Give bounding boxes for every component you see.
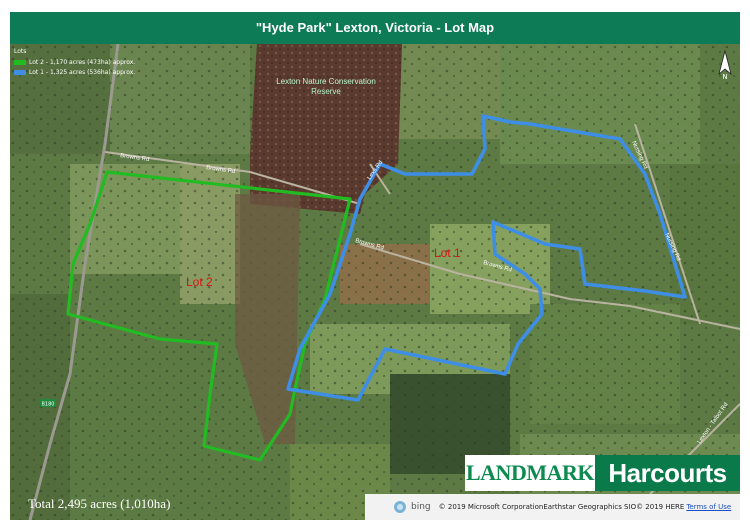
reserve-label-line2: Reserve [311,87,341,96]
harcourts-logo: Harcourts [595,455,740,491]
map-attribution: bing © 2019 Microsoft CorporationEarthst… [365,494,740,520]
north-label: N [722,73,727,80]
bing-wordmark: bing [411,502,431,512]
agency-logos: LANDMARK Harcourts [465,455,740,491]
lot2-label: Lot 2 [186,275,213,289]
legend-item-lot2: Lot 2 - 1,170 acres (473ha) approx. [14,57,135,67]
lot1-label: Lot 1 [434,246,461,260]
legend-swatch-lot2 [14,59,26,65]
reserve-label-line1: Lexton Nature Conservation [276,77,376,86]
landmark-logo: LANDMARK [465,455,595,491]
legend-item-lot1: Lot 1 - 1,325 acres (536ha) approx. [14,67,135,77]
copyright-text: © 2019 Microsoft CorporationEarthstar Ge… [438,503,685,511]
bing-logo-icon [394,501,406,513]
legend-label-lot2: Lot 2 - 1,170 acres (473ha) approx. [29,58,136,66]
highway-shield: B180 [40,399,56,408]
legend-swatch-lot1 [14,69,26,75]
map-frame: "Hyde Park" Lexton, Victoria - Lot Map L… [10,12,740,520]
map-legend: Lots Lot 2 - 1,170 acres (473ha) approx.… [14,48,135,77]
legend-title: Lots [14,48,27,55]
satellite-map[interactable]: Lexton Nature Conservation Reserve Lot 1… [10,44,740,520]
terms-of-use-link[interactable]: Terms of Use [686,503,731,511]
total-area-text: Total 2,495 acres (1,010ha) [28,496,171,511]
highway-shield-label: B180 [42,402,55,408]
north-arrow-icon: N [718,50,732,80]
map-title: "Hyde Park" Lexton, Victoria - Lot Map [10,12,740,44]
legend-label-lot1: Lot 1 - 1,325 acres (536ha) approx. [29,68,136,76]
